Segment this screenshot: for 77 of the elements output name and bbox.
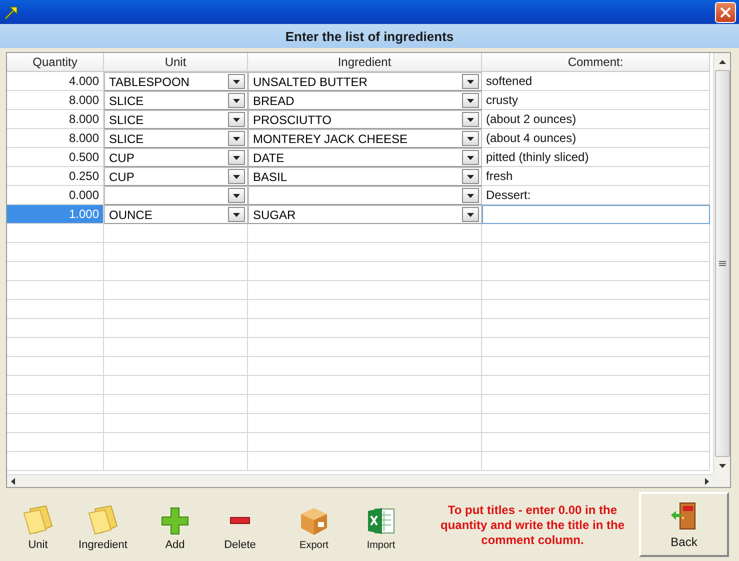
close-button[interactable] — [715, 2, 736, 22]
comment-cell[interactable]: (about 4 ounces) — [482, 129, 710, 148]
comment-cell[interactable]: crusty — [482, 91, 710, 110]
quantity-cell[interactable]: 8.000 — [7, 91, 104, 110]
ingredient-dropdown[interactable]: BREAD — [248, 91, 482, 110]
caret-icon — [467, 80, 474, 84]
close-icon — [720, 6, 731, 18]
quantity-cell[interactable]: 0.000 — [7, 186, 104, 205]
column-header[interactable]: Comment: — [482, 53, 710, 72]
quantity-cell[interactable]: 8.000 — [7, 129, 104, 148]
comment-cell[interactable]: softened — [482, 72, 710, 91]
comment-cell[interactable]: pitted (thinly sliced) — [482, 148, 710, 167]
quantity-cell[interactable]: 0.250 — [7, 167, 104, 186]
vertical-scrollbar[interactable] — [713, 53, 730, 474]
unit-dropdown[interactable]: OUNCE — [104, 205, 248, 224]
unit-dropdown[interactable]: TABLESPOON — [104, 72, 248, 91]
ingredient-dropdown[interactable]: SUGAR — [248, 205, 482, 224]
quantity-cell[interactable]: 4.000 — [7, 72, 104, 91]
caret-icon — [233, 98, 240, 102]
ingredient-dropdown[interactable]: PROSCIUTTO — [248, 110, 482, 129]
caret-icon — [467, 156, 474, 160]
unit-dropdown[interactable]: SLICE — [104, 110, 248, 129]
comment-cell[interactable]: (about 2 ounces) — [482, 110, 710, 129]
left-arrow-icon — [11, 478, 15, 484]
comment-cell[interactable]: fresh — [482, 167, 710, 186]
quantity-cell[interactable]: 0.500 — [7, 148, 104, 167]
unit-dropdown[interactable]: SLICE — [104, 91, 248, 110]
grip-icon — [718, 260, 726, 266]
ingredient-dropdown[interactable]: UNSALTED BUTTER — [248, 72, 482, 91]
column-header[interactable]: Ingredient — [248, 53, 482, 72]
column-header[interactable]: Quantity — [7, 53, 104, 72]
toolbar-button[interactable]: Add — [146, 507, 204, 551]
scrollbar-thumb[interactable] — [714, 70, 730, 457]
caret-icon — [233, 80, 240, 84]
caret-icon — [233, 212, 240, 216]
caret-icon — [467, 98, 474, 102]
notes-icon — [22, 505, 54, 535]
caret-icon — [233, 136, 240, 140]
arrow-icon — [3, 4, 19, 20]
caret-icon — [467, 194, 474, 198]
toolbar-button[interactable]: Unit — [16, 505, 60, 551]
toolbar-button[interactable]: Import — [352, 506, 410, 551]
plus-icon — [161, 507, 189, 535]
caret-icon — [233, 194, 240, 198]
caret-icon — [467, 174, 474, 178]
hint-text: To put titles - enter 0.00 in the quantity and write the title in the comment column. — [439, 503, 626, 548]
comment-cell[interactable]: Dessert: — [482, 186, 710, 205]
unit-dropdown[interactable]: CUP — [104, 167, 248, 186]
back-button[interactable]: Back — [639, 492, 729, 557]
toolbar-button[interactable]: Export — [276, 506, 352, 551]
caret-icon — [467, 136, 474, 140]
caret-icon — [233, 174, 240, 178]
unit-dropdown[interactable]: SLICE — [104, 129, 248, 148]
caret-icon — [233, 118, 240, 122]
up-arrow-icon — [718, 60, 726, 64]
caret-icon — [233, 156, 240, 160]
unit-dropdown[interactable]: CUP — [104, 148, 248, 167]
column-header[interactable]: Unit — [104, 53, 248, 72]
toolbar-button[interactable]: Delete — [204, 507, 276, 551]
notes-icon — [87, 505, 119, 535]
box-icon — [299, 506, 329, 536]
unit-dropdown[interactable] — [104, 186, 248, 205]
horizontal-scrollbar[interactable] — [7, 474, 713, 487]
minus-icon — [230, 517, 250, 524]
right-arrow-icon — [705, 478, 709, 484]
down-arrow-icon — [718, 464, 726, 468]
caret-icon — [467, 212, 474, 216]
form-heading: Enter the list of ingredients — [0, 24, 739, 48]
caret-icon — [467, 118, 474, 122]
quantity-cell[interactable]: 8.000 — [7, 110, 104, 129]
ingredient-dropdown[interactable]: BASIL — [248, 167, 482, 186]
spreadsheet-icon — [366, 506, 396, 536]
ingredient-dropdown[interactable] — [248, 186, 482, 205]
comment-field[interactable] — [482, 205, 710, 224]
ingredient-dropdown[interactable]: DATE — [248, 148, 482, 167]
toolbar-button[interactable]: Ingredient — [60, 505, 146, 551]
ingredient-dropdown[interactable]: MONTEREY JACK CHEESE — [248, 129, 482, 148]
